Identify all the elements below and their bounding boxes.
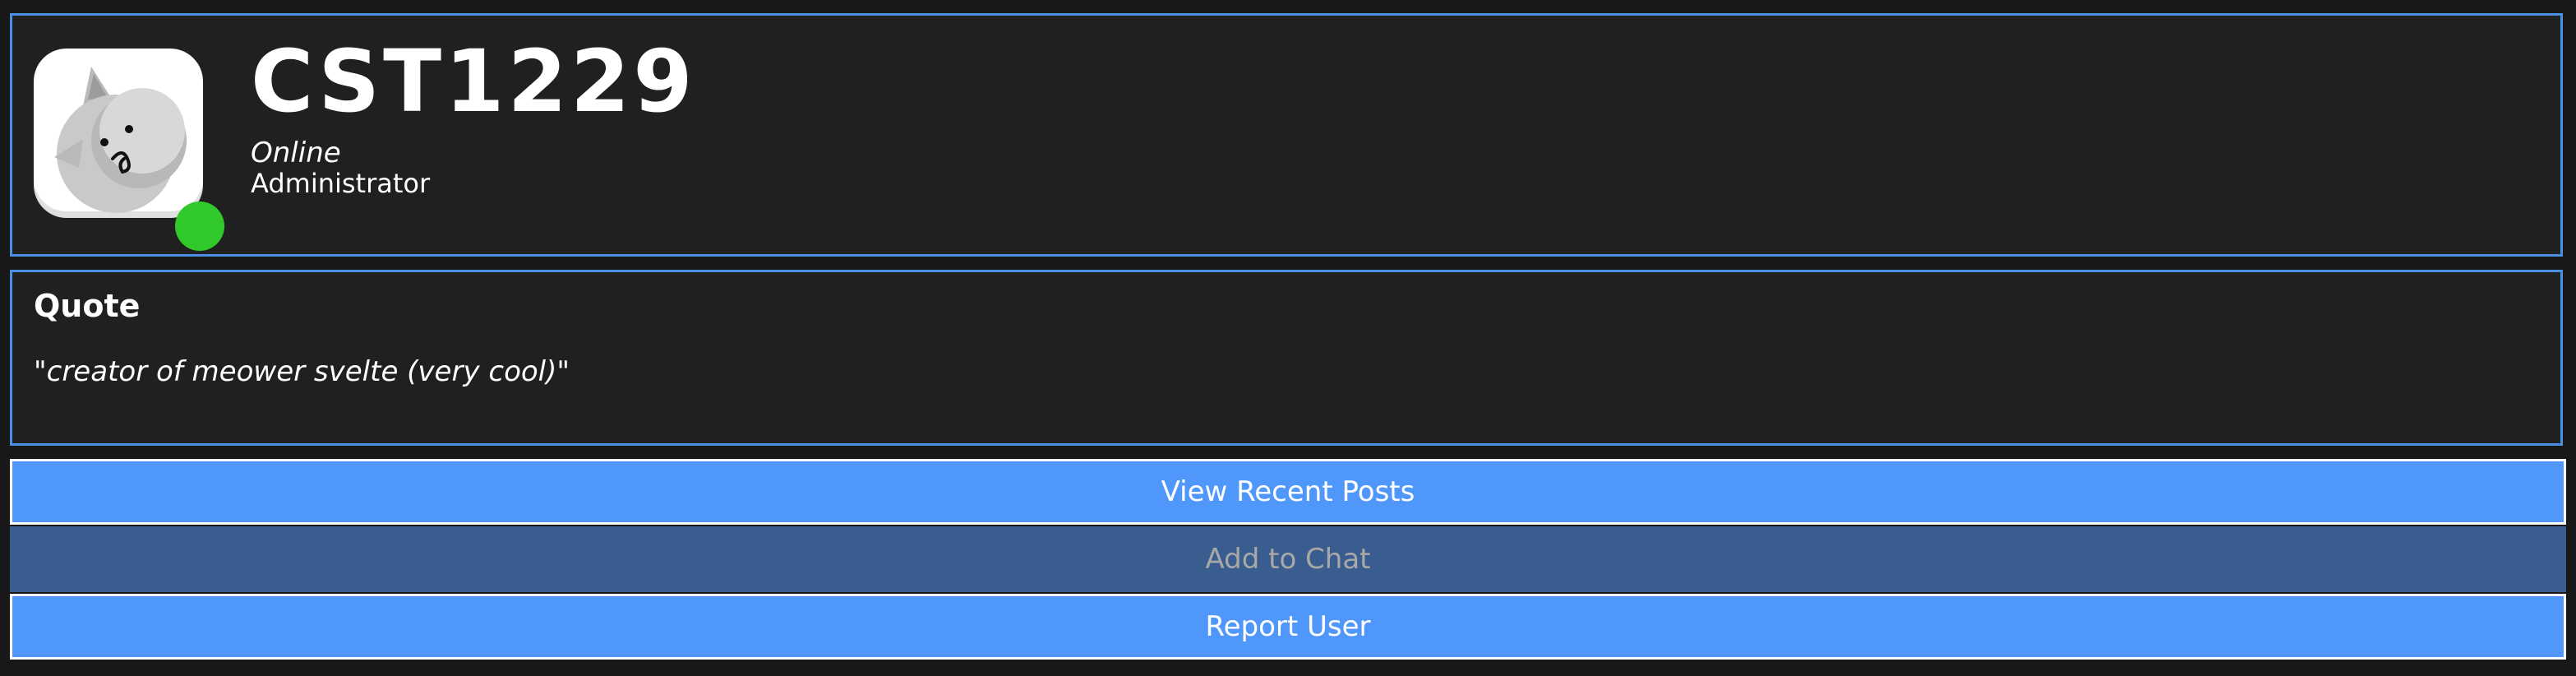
report-user-button[interactable]: Report User: [10, 594, 2566, 660]
profile-header-panel: CST1229 Online Administrator: [10, 13, 2563, 257]
add-to-chat-button[interactable]: Add to Chat: [10, 526, 2566, 592]
avatar: [34, 49, 203, 218]
quote-title: Quote: [34, 288, 141, 324]
avatar-container: [34, 49, 224, 251]
username: CST1229: [251, 31, 696, 132]
quote-text: "creator of meower svelte (very cool)": [34, 355, 570, 388]
user-profile-page: CST1229 Online Administrator Quote "crea…: [0, 0, 2576, 676]
view-recent-posts-button[interactable]: View Recent Posts: [10, 459, 2566, 525]
online-status-dot: [175, 201, 224, 251]
quote-panel: Quote "creator of meower svelte (very co…: [10, 270, 2563, 446]
online-status-text: Online: [251, 137, 341, 169]
user-role: Administrator: [251, 168, 431, 199]
cat-avatar-icon: [54, 67, 187, 213]
